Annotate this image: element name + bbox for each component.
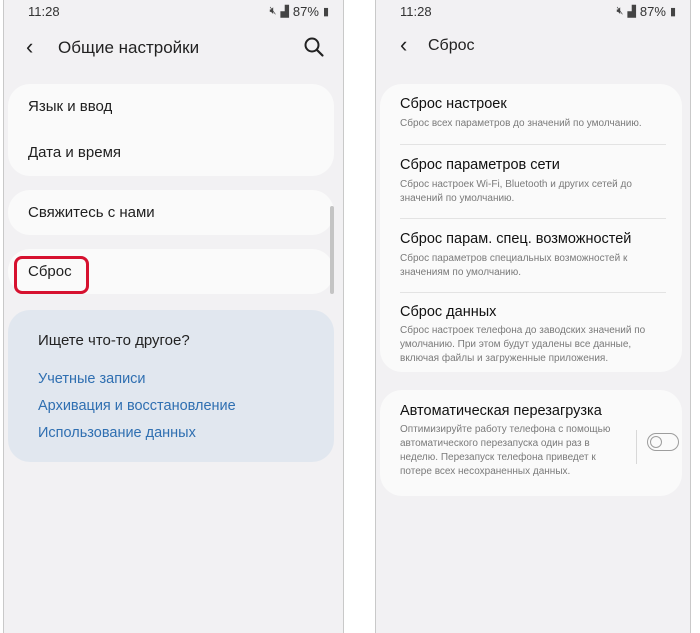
page-title: Общие настройки xyxy=(58,38,200,57)
battery-percent: 87% xyxy=(639,4,666,19)
back-arrow-icon[interactable]: ‹ xyxy=(400,34,407,56)
link-backup-restore[interactable]: Архивация и восстановление xyxy=(38,398,236,414)
link-data-usage[interactable]: Использование данных xyxy=(38,425,196,441)
reset-settings-desc: Сброс всех параметров до значений по умо… xyxy=(400,118,642,129)
settings-card-2: Свяжитесь с нами xyxy=(8,190,334,235)
suggestions-title: Ищете что-то другое? xyxy=(38,332,190,349)
reset-screen: 11:28 🔇︎ ▟ 87% ▮ ‹ Сброс Сброс настроек … xyxy=(375,0,691,633)
divider xyxy=(400,292,666,293)
factory-reset-desc: Сброс настроек телефона до заводских зна… xyxy=(400,325,646,364)
menu-item-date-time[interactable]: Дата и время xyxy=(28,144,121,161)
battery-percent: 87% xyxy=(292,4,319,19)
mute-icon: 🔇︎ xyxy=(616,5,624,17)
signal-icon: ▟ xyxy=(627,6,636,18)
app-bar: ‹ Сброс xyxy=(376,24,690,72)
reset-network-desc: Сброс настроек Wi-Fi, Bluetooth и других… xyxy=(400,179,632,204)
reset-highlight-box xyxy=(14,256,89,294)
auto-restart-card: Автоматическая перезагрузка Оптимизируйт… xyxy=(380,390,682,496)
signal-icon: ▟ xyxy=(280,6,289,18)
divider xyxy=(400,144,666,145)
auto-restart-toggle[interactable] xyxy=(647,433,679,451)
suggestions-panel: Ищете что-то другое? Учетные записи Архи… xyxy=(8,310,334,462)
toggle-separator xyxy=(636,430,637,464)
status-time: 11:28 xyxy=(28,4,60,19)
reset-network-title: Сброс параметров сети xyxy=(400,157,560,173)
battery-icon: ▮ xyxy=(322,6,329,18)
general-settings-screen: 11:28 🔇︎ ▟ 87% ▮ ‹ Общие настройки Язык … xyxy=(3,0,344,633)
status-time: 11:28 xyxy=(400,4,432,19)
reset-accessibility-title: Сброс парам. спец. возможностей xyxy=(400,231,632,247)
app-bar: ‹ Общие настройки xyxy=(4,24,343,72)
toggle-knob xyxy=(650,436,662,448)
mute-icon: 🔇︎ xyxy=(269,5,277,17)
menu-item-language-input[interactable]: Язык и ввод xyxy=(28,98,112,115)
reset-options-card: Сброс настроек Сброс всех параметров до … xyxy=(380,84,682,372)
status-bar: 11:28 🔇︎ ▟ 87% ▮ xyxy=(376,0,690,24)
settings-card-1: Язык и ввод Дата и время xyxy=(8,84,334,176)
reset-accessibility-desc: Сброс параметров специальных возможносте… xyxy=(400,253,628,278)
reset-settings-title: Сброс настроек xyxy=(400,96,507,112)
back-arrow-icon[interactable]: ‹ xyxy=(26,36,33,58)
link-accounts[interactable]: Учетные записи xyxy=(38,371,146,387)
divider xyxy=(400,218,666,219)
search-icon[interactable] xyxy=(303,36,325,58)
status-bar: 11:28 🔇︎ ▟ 87% ▮ xyxy=(4,0,343,24)
auto-restart-title: Автоматическая перезагрузка xyxy=(400,403,602,419)
auto-restart-desc: Оптимизируйте работу телефона с помощью … xyxy=(400,424,611,477)
factory-reset-title: Сброс данных xyxy=(400,304,497,320)
page-title: Сброс xyxy=(428,37,475,54)
battery-icon: ▮ xyxy=(669,6,676,18)
menu-item-contact-us[interactable]: Свяжитесь с нами xyxy=(28,204,155,221)
scrollbar[interactable] xyxy=(330,206,334,294)
